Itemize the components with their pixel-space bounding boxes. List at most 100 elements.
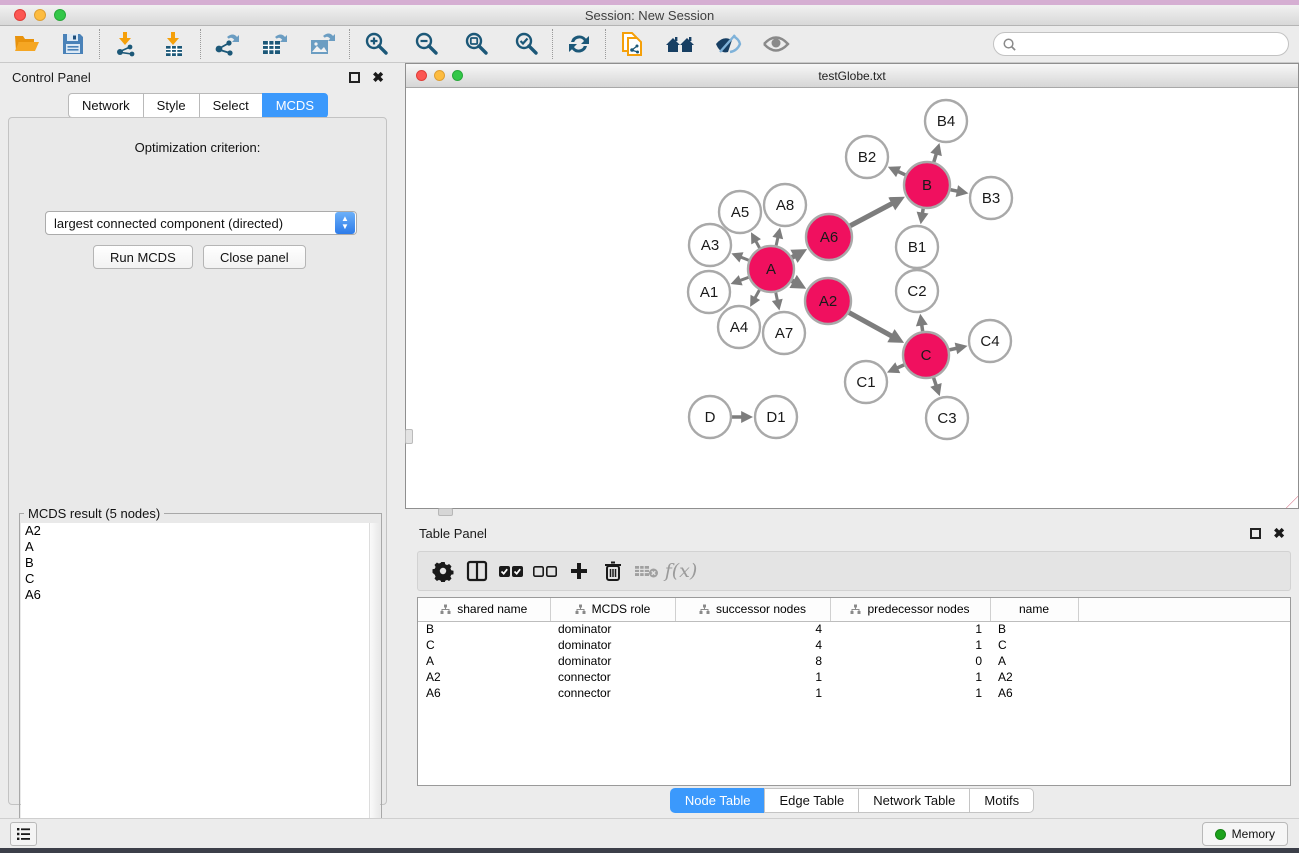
list-item[interactable]: B: [21, 555, 380, 571]
clone-network-icon[interactable]: [613, 27, 651, 61]
zoom-out-icon[interactable]: [407, 27, 445, 61]
list-item[interactable]: A: [21, 539, 380, 555]
graph-node-A8[interactable]: A8: [764, 184, 806, 226]
memory-status-icon: [1215, 829, 1226, 840]
column-header[interactable]: shared name: [418, 598, 550, 621]
graph-node-A2[interactable]: A2: [805, 278, 851, 324]
float-panel-icon[interactable]: [349, 72, 360, 83]
edge-A2-C[interactable]: [849, 313, 893, 337]
tab-network-table[interactable]: Network Table: [858, 788, 969, 813]
tab-mcds[interactable]: MCDS: [262, 93, 328, 118]
task-history-button[interactable]: [10, 822, 37, 846]
arrowhead-icon: [772, 227, 783, 239]
open-file-icon[interactable]: [8, 27, 46, 61]
network-minimize-button[interactable]: [434, 70, 445, 81]
graph-node-C[interactable]: C: [903, 332, 949, 378]
network-maximize-button[interactable]: [452, 70, 463, 81]
graph-node-A7[interactable]: A7: [763, 312, 805, 354]
network-window-titlebar[interactable]: testGlobe.txt: [406, 64, 1298, 88]
minimize-window-button[interactable]: [34, 9, 46, 21]
delete-icon[interactable]: [596, 554, 630, 588]
export-table-icon[interactable]: [256, 27, 294, 61]
optimization-criterion-dropdown[interactable]: largest connected component (directed) ▲…: [45, 211, 357, 235]
delete-table-icon[interactable]: [630, 554, 664, 588]
run-mcds-button[interactable]: Run MCDS: [93, 245, 193, 269]
graph-node-A3[interactable]: A3: [689, 224, 731, 266]
list-item[interactable]: A6: [21, 587, 380, 603]
table-row[interactable]: A6connector11A6: [418, 685, 1291, 701]
tab-network[interactable]: Network: [68, 93, 143, 118]
zoom-selected-icon[interactable]: [507, 27, 545, 61]
column-header[interactable]: MCDS role: [550, 598, 675, 621]
table-header-row[interactable]: shared nameMCDS rolesuccessor nodesprede…: [418, 598, 1291, 621]
graph-node-D[interactable]: D: [689, 396, 731, 438]
column-header[interactable]: predecessor nodes: [830, 598, 990, 621]
network-canvas[interactable]: B4 B2 B B3 A8A5 A6 B1 A3 A C2 A1 A2 A4A7 C4 C C1 C3 D D1: [406, 88, 1298, 508]
list-scrollbar[interactable]: [369, 523, 380, 852]
list-item[interactable]: C: [21, 571, 380, 587]
import-network-icon[interactable]: [107, 27, 145, 61]
memory-button[interactable]: Memory: [1202, 822, 1288, 846]
horizontal-divider-handle[interactable]: [438, 508, 453, 516]
node-table[interactable]: shared nameMCDS rolesuccessor nodesprede…: [417, 597, 1291, 786]
network-close-button[interactable]: [416, 70, 427, 81]
import-table-icon[interactable]: [155, 27, 193, 61]
graph-node-B2[interactable]: B2: [846, 136, 888, 178]
export-network-icon[interactable]: [208, 27, 246, 61]
column-header[interactable]: name: [990, 598, 1078, 621]
graph-node-B[interactable]: B: [904, 162, 950, 208]
table-row[interactable]: Cdominator41C: [418, 637, 1291, 653]
deselect-all-icon[interactable]: [528, 554, 562, 588]
close-window-button[interactable]: [14, 9, 26, 21]
export-image-icon[interactable]: [304, 27, 342, 61]
arrowhead-icon: [916, 314, 928, 327]
split-divider-handle[interactable]: [405, 429, 413, 444]
hide-selected-icon[interactable]: [709, 27, 747, 61]
tab-style[interactable]: Style: [143, 93, 199, 118]
table-panel-tabs: Node TableEdge TableNetwork TableMotifs: [405, 788, 1299, 813]
mcds-result-list[interactable]: A2ABCA6: [21, 523, 380, 852]
graph-node-C1[interactable]: C1: [845, 361, 887, 403]
select-all-icon[interactable]: [494, 554, 528, 588]
show-all-icon[interactable]: [757, 27, 795, 61]
tab-node-table[interactable]: Node Table: [670, 788, 765, 813]
graph-node-B3[interactable]: B3: [970, 177, 1012, 219]
graph-node-C4[interactable]: C4: [969, 320, 1011, 362]
refresh-icon[interactable]: [560, 27, 598, 61]
graph-node-B1[interactable]: B1: [896, 226, 938, 268]
close-panel-icon[interactable]: ✖: [372, 72, 384, 83]
graph-node-C3[interactable]: C3: [926, 397, 968, 439]
maximize-window-button[interactable]: [54, 9, 66, 21]
tab-edge-table[interactable]: Edge Table: [764, 788, 858, 813]
table-row[interactable]: Adominator80A: [418, 653, 1291, 669]
graph-node-A4[interactable]: A4: [718, 306, 760, 348]
zoom-in-icon[interactable]: [357, 27, 395, 61]
graph-node-A[interactable]: A: [748, 246, 794, 292]
table-row[interactable]: Bdominator41B: [418, 621, 1291, 637]
column-header[interactable]: successor nodes: [675, 598, 830, 621]
tab-select[interactable]: Select: [199, 93, 262, 118]
table-float-icon[interactable]: [1250, 528, 1261, 539]
zoom-fit-icon[interactable]: [457, 27, 495, 61]
search-input[interactable]: [1017, 37, 1267, 51]
function-builder-icon[interactable]: f(x): [664, 554, 698, 588]
add-column-icon[interactable]: [562, 554, 596, 588]
close-panel-button[interactable]: Close panel: [203, 245, 306, 269]
gear-icon[interactable]: [426, 554, 460, 588]
edge-A6-B[interactable]: [850, 203, 893, 226]
task-list-icon: [16, 827, 31, 841]
graph-node-A5[interactable]: A5: [719, 191, 761, 233]
graph-node-D1[interactable]: D1: [755, 396, 797, 438]
table-close-icon[interactable]: ✖: [1273, 528, 1285, 539]
graph-node-A6[interactable]: A6: [806, 214, 852, 260]
graph-node-C2[interactable]: C2: [896, 270, 938, 312]
save-session-icon[interactable]: [54, 27, 92, 61]
table-row[interactable]: A2connector11A2: [418, 669, 1291, 685]
split-columns-icon[interactable]: [460, 554, 494, 588]
resize-grip-icon[interactable]: [1286, 496, 1298, 508]
first-neighbors-icon[interactable]: [661, 27, 699, 61]
graph-node-B4[interactable]: B4: [925, 100, 967, 142]
list-item[interactable]: A2: [21, 523, 380, 539]
graph-node-A1[interactable]: A1: [688, 271, 730, 313]
tab-motifs[interactable]: Motifs: [969, 788, 1034, 813]
